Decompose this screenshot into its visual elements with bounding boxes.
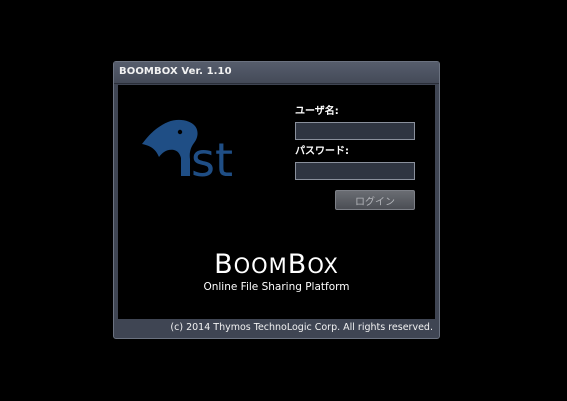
copyright-text: (c) 2014 Thymos TechnoLogic Corp. All ri… (170, 322, 433, 333)
password-input[interactable] (295, 162, 415, 180)
brand-tagline: Online File Sharing Platform (203, 281, 350, 293)
desktop-background: BOOMBOX Ver. 1.10 st ユーザ名: パスワード: ログイン B… (0, 0, 567, 401)
brand-letters-oom: OOM (233, 254, 288, 278)
brand-letters-ox: OX (307, 254, 339, 278)
login-window: BOOMBOX Ver. 1.10 st ユーザ名: パスワード: ログイン B… (113, 61, 440, 339)
login-panel: st ユーザ名: パスワード: ログイン BOOMBOX Online File… (118, 85, 435, 319)
window-titlebar: BOOMBOX Ver. 1.10 (114, 62, 439, 84)
brand-letter-b2: B (287, 249, 308, 280)
brand-wordmark: BOOMBOX (118, 250, 435, 281)
password-label: パスワード: (295, 146, 349, 157)
bird-st-logo-icon: st (142, 119, 233, 187)
window-footer: (c) 2014 Thymos TechnoLogic Corp. All ri… (114, 320, 439, 338)
username-label: ユーザ名: (295, 106, 339, 117)
window-title: BOOMBOX Ver. 1.10 (119, 66, 232, 77)
login-button[interactable]: ログイン (335, 190, 415, 210)
bird-eye (177, 129, 183, 135)
logo-text: st (191, 133, 233, 187)
bird-logo-shape (142, 119, 198, 176)
username-input[interactable] (295, 122, 415, 140)
brand-letter-b1: B (214, 249, 234, 280)
